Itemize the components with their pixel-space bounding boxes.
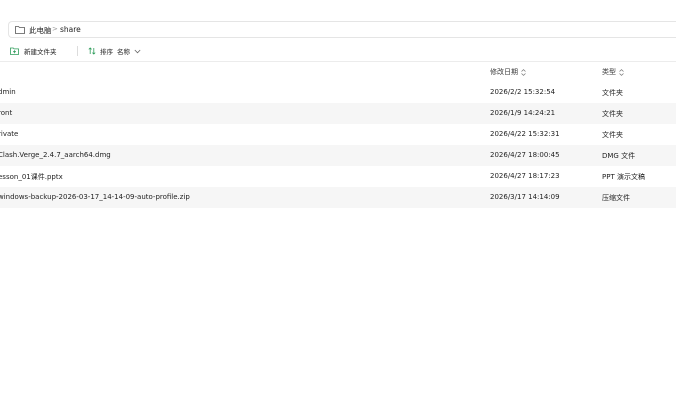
file-type: PPT 演示文稿 [602,173,645,181]
file-date: 2026/3/17 14:14:09 [490,193,560,201]
file-type: DMG 文件 [602,152,636,160]
file-name: windows-backup-2026-03-17_14-14-09-auto-… [0,193,190,201]
column-header-row: 修改日期 类型 [0,62,676,80]
file-type: 压缩文件 [602,194,630,202]
file-row[interactable]: Clash.Verge_2.4.7_aarch64.dmg 2026/4/27 … [0,145,676,166]
breadcrumb-item-this-pc[interactable]: 此电脑 [29,25,52,36]
file-row[interactable]: windows-backup-2026-03-17_14-14-09-auto-… [0,187,676,208]
sort-arrows-icon [619,68,624,76]
file-name: Clash.Verge_2.4.7_aarch64.dmg [0,151,111,159]
file-type: 文件夹 [602,89,623,97]
column-header-date-modified[interactable]: 修改日期 [490,67,526,77]
file-row[interactable]: dmin 2026/2/2 15:32:54 文件夹 [0,82,676,103]
file-date: 2026/4/27 18:00:45 [490,151,560,159]
file-row[interactable]: ront 2026/1/9 14:24:21 文件夹 [0,103,676,124]
file-name: ront [0,109,13,117]
file-name: rivate [0,130,19,138]
toolbar-divider [77,46,78,56]
sort-arrows-icon [521,68,526,76]
address-bar[interactable]: 此电脑 > share [8,21,676,38]
new-folder-button[interactable]: 新建文件夹 [10,46,57,56]
file-name: esson_01课件.pptx [0,173,63,181]
file-type: 文件夹 [602,131,623,139]
new-folder-icon [10,47,19,55]
sort-value: 名称 [117,48,130,56]
file-row[interactable]: rivate 2026/4/22 15:32:31 文件夹 [0,124,676,145]
file-date: 2026/4/27 18:17:23 [490,172,560,180]
sort-icon [88,47,96,55]
file-date: 2026/2/2 15:32:54 [490,88,556,96]
new-folder-label: 新建文件夹 [24,48,57,56]
file-date: 2026/1/9 14:24:21 [490,109,556,117]
file-type: 文件夹 [602,110,623,118]
file-date: 2026/4/22 15:32:31 [490,130,560,138]
column-header-date-label: 修改日期 [490,68,518,76]
sort-label: 排序 [100,48,113,56]
column-header-type-label: 类型 [602,68,616,76]
command-bar: 新建文件夹 排序 名称 [0,41,676,62]
folder-icon [15,26,25,34]
sort-button[interactable]: 排序 名称 [88,46,141,56]
breadcrumb-item-share[interactable]: share [60,25,81,34]
file-list: dmin 2026/2/2 15:32:54 文件夹 ront 2026/1/9… [0,82,676,208]
chevron-down-icon [134,49,141,53]
file-row[interactable]: esson_01课件.pptx 2026/4/27 18:17:23 PPT 演… [0,166,676,187]
file-name: dmin [0,88,16,96]
column-header-type[interactable]: 类型 [602,67,624,77]
breadcrumb-separator: > [52,25,58,33]
